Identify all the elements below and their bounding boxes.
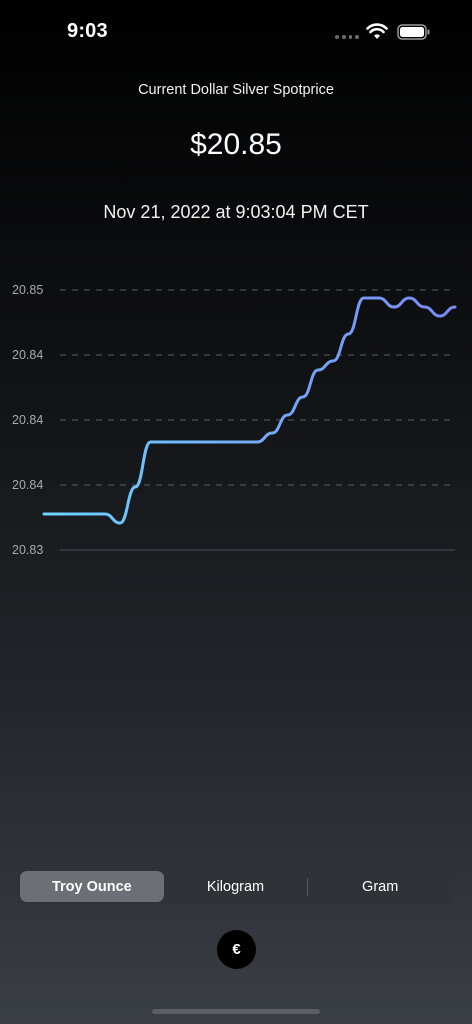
- status-time: 9:03: [67, 20, 108, 42]
- unit-option-troy-ounce[interactable]: Troy Ounce: [20, 871, 164, 902]
- currency-toggle-button[interactable]: €: [217, 930, 256, 969]
- unit-option-kilogram[interactable]: Kilogram: [164, 871, 308, 902]
- status-bar: 9:03: [0, 0, 472, 60]
- chart-series-line: [42, 296, 457, 525]
- price-chart: 20.85 20.84 20.84 20.84 20.83: [12, 283, 457, 557]
- y-tick-label: 20.84: [12, 413, 43, 427]
- y-tick-label: 20.84: [12, 348, 43, 362]
- y-tick-label: 20.84: [12, 478, 43, 492]
- y-tick-label: 20.83: [12, 543, 43, 557]
- cellular-signal-icon: [335, 35, 359, 41]
- battery-icon: [397, 24, 430, 40]
- y-tick-label: 20.85: [12, 283, 43, 297]
- price-timestamp: Nov 21, 2022 at 9:03:04 PM CET: [103, 202, 369, 222]
- wifi-icon: [366, 23, 388, 39]
- unit-option-gram[interactable]: Gram: [308, 871, 452, 902]
- current-price: $20.85: [190, 128, 282, 161]
- price-subtitle: Current Dollar Silver Spotprice: [138, 82, 334, 98]
- unit-segmented-control[interactable]: Troy Ounce Kilogram Gram: [18, 869, 454, 904]
- home-indicator: [152, 1009, 320, 1014]
